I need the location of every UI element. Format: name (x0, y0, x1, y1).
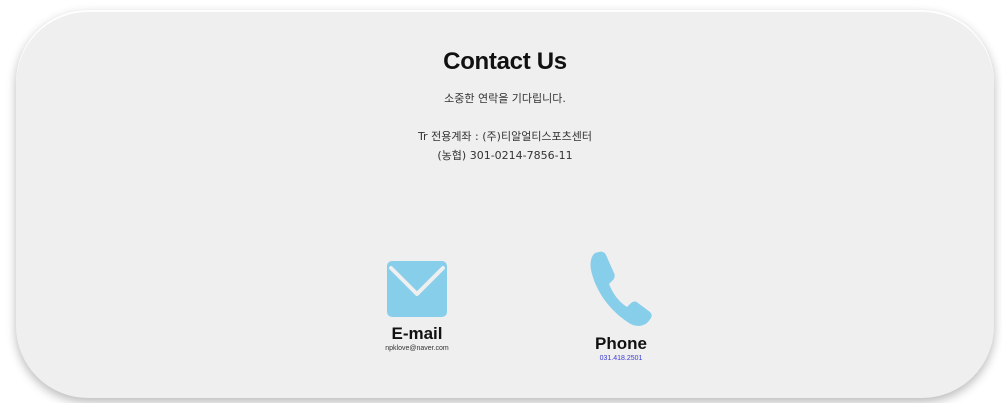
contact-card: Contact Us 소중한 연락을 기다립니다. Tr 전용계좌 : (주)티… (16, 10, 994, 398)
phone-label: Phone (595, 334, 647, 353)
email-contact: E-mail npklove@naver.com (347, 260, 487, 354)
phone-link[interactable]: 031.418.2501 (551, 354, 691, 364)
account-number-line: (농협) 301-0214-7856-11 (437, 149, 573, 162)
contact-subtitle: 소중한 연락을 기다립니다. (444, 92, 566, 105)
page: Contact Us 소중한 연락을 기다립니다. Tr 전용계좌 : (주)티… (0, 0, 1002, 403)
email-label: E-mail (391, 324, 443, 343)
envelope-icon (387, 261, 447, 317)
phone-icon (590, 251, 652, 326)
email-link[interactable]: npklove@naver.com (347, 344, 487, 354)
account-info-line: Tr 전용계좌 : (주)티알얼티스포츠센터 (417, 130, 593, 143)
phone-contact: Phone 031.418.2501 (551, 250, 691, 364)
contact-title: Contact Us (443, 48, 567, 75)
